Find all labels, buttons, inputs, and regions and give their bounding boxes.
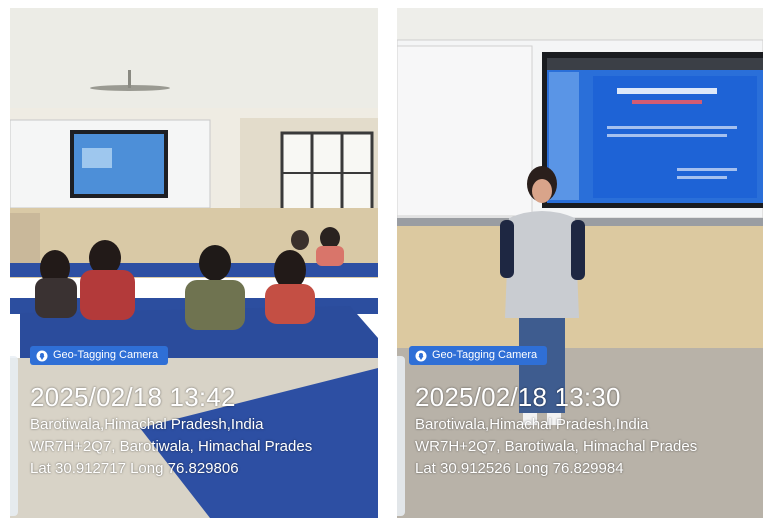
badge-label: Geo-Tagging Camera [432,349,538,361]
address-text: WR7H+2Q7, Barotiwala, Himachal Prades [30,438,313,455]
geo-overlay: 2025/02/18 13:42 Barotiwala,Himachal Pra… [30,380,312,480]
location-text: Barotiwala,Himachal Pradesh,India [30,416,264,433]
side-handle [10,356,18,516]
location-pin-icon [36,350,48,361]
coordinates-text: Lat 30.912526 Long 76.829984 [415,460,624,477]
timestamp: 2025/02/18 13:42 [30,382,236,412]
location-text: Barotiwala,Himachal Pradesh,India [415,416,649,433]
photo-presenter: Geo-Tagging Camera 2025/02/18 13:30 Baro… [397,8,763,518]
photo-classroom: Geo-Tagging Camera 2025/02/18 13:42 Baro… [10,8,378,518]
side-handle [397,356,405,516]
address-text: WR7H+2Q7, Barotiwala, Himachal Prades [415,438,698,455]
geo-tagging-badge: Geo-Tagging Camera [409,346,548,365]
geo-tagging-badge: Geo-Tagging Camera [30,346,169,365]
timestamp: 2025/02/18 13:30 [415,382,621,412]
location-pin-icon [415,350,427,361]
badge-label: Geo-Tagging Camera [53,349,159,361]
coordinates-text: Lat 30.912717 Long 76.829806 [30,460,239,477]
geo-overlay: 2025/02/18 13:30 Barotiwala,Himachal Pra… [415,380,697,480]
